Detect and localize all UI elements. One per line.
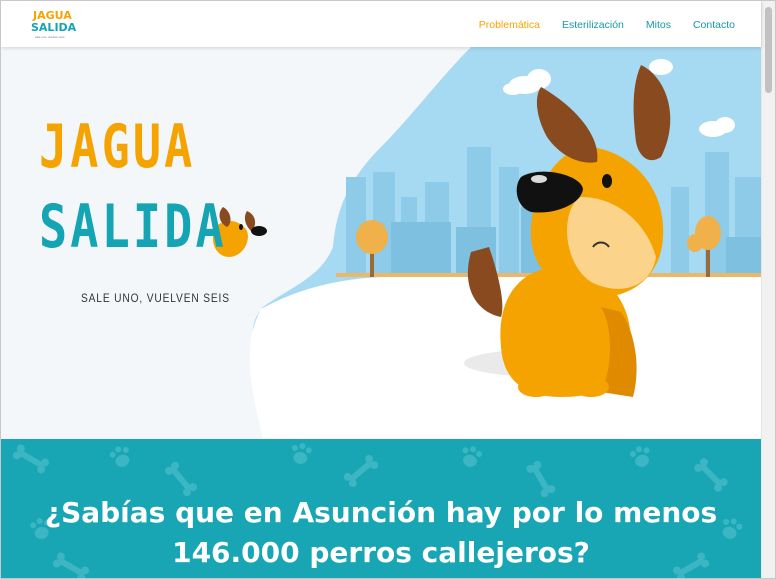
stats-banner: ¿Sabías que en Asunción hay por lo menos… (1, 439, 761, 578)
nav-problematica[interactable]: Problemática (479, 19, 540, 31)
nav-contacto[interactable]: Contacto (693, 19, 735, 31)
nav-esterilizacion[interactable]: Esterilización (562, 19, 624, 31)
vertical-scrollbar[interactable] (761, 1, 775, 578)
banner-title-line2: 146.000 perros callejeros? (172, 536, 590, 569)
scrollbar-thumb[interactable] (765, 7, 772, 93)
browser-viewport: JAGUA SALIDA sale uno, vuelven seis Prob… (0, 0, 776, 579)
banner-title-line1: ¿Sabías que en Asunción hay por lo menos (44, 496, 718, 529)
logo-line2: SALIDA (31, 21, 77, 34)
main-nav: Problemática Esterilización Mitos Contac… (479, 19, 735, 31)
hero-title-salida: SALIDA (39, 192, 227, 262)
site-logo[interactable]: JAGUA SALIDA sale uno, vuelven seis (31, 9, 77, 43)
logo-tagline: sale uno, vuelven seis (35, 35, 65, 39)
nav-mitos[interactable]: Mitos (646, 19, 671, 31)
site-header: JAGUA SALIDA sale uno, vuelven seis Prob… (1, 1, 761, 47)
hero-title-jagua: JAGUA (39, 112, 196, 182)
hero-tagline: SALE UNO, VUELVEN SEIS (81, 291, 230, 305)
banner-title: ¿Sabías que en Asunción hay por lo menos… (1, 493, 761, 573)
hero-section: JAGUA SALIDA SALE UNO, VUELVEN SEIS (1, 47, 761, 439)
